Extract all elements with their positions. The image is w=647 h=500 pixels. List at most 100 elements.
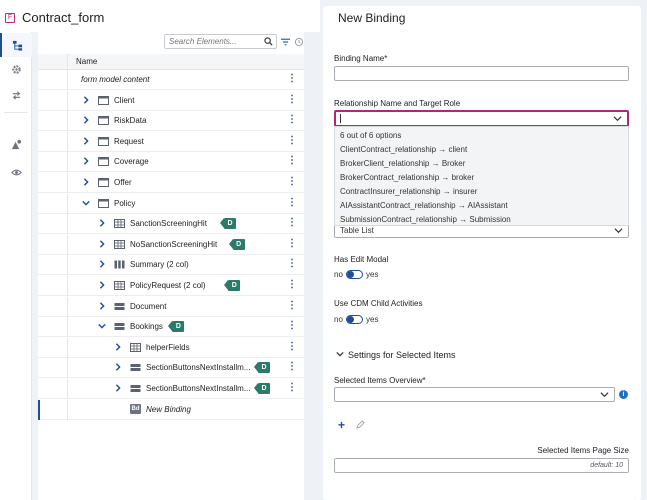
hierarchy-icon[interactable] xyxy=(0,33,32,57)
tree-row-label: RiskData xyxy=(114,116,147,126)
tree-row[interactable]: RiskData ⋮ xyxy=(38,111,304,132)
name-column-label: Name xyxy=(76,57,98,66)
chevron-right-icon[interactable] xyxy=(114,363,122,372)
chevron-right-icon[interactable] xyxy=(82,95,90,104)
tree-row[interactable]: Bookings D ⋮ xyxy=(38,317,304,338)
chevron-down-icon[interactable] xyxy=(98,322,106,330)
more-options-icon[interactable]: ⋮ xyxy=(287,383,297,393)
shapes-icon[interactable] xyxy=(0,132,32,156)
tree-row-label: Summary (2 col) xyxy=(130,260,189,270)
dropdown-option[interactable]: AIAssistantContract_relationship → AIAss… xyxy=(340,201,508,210)
more-options-icon[interactable]: ⋮ xyxy=(287,74,297,84)
more-options-icon[interactable]: ⋮ xyxy=(287,362,297,372)
more-options-icon[interactable]: ⋮ xyxy=(287,300,297,311)
more-options-icon[interactable]: ⋮ xyxy=(287,259,297,269)
text-cursor xyxy=(340,114,341,123)
tree-row[interactable]: NoSanctionScreeningHit D ⋮ xyxy=(38,234,304,255)
relationship-select[interactable] xyxy=(334,110,629,127)
chevron-down-icon[interactable] xyxy=(600,390,609,401)
chevron-right-icon[interactable] xyxy=(98,301,106,310)
chevron-right-icon[interactable] xyxy=(114,384,122,392)
tree-row[interactable]: SanctionScreeningHit D ⋮ xyxy=(38,214,304,235)
tree-row-label: SanctionScreeningHit xyxy=(130,219,207,229)
chevron-down-icon[interactable] xyxy=(336,350,344,360)
history-icon[interactable] xyxy=(294,37,304,49)
tree-row[interactable]: Policy ⋮ xyxy=(38,193,304,214)
info-icon[interactable]: i xyxy=(619,390,628,399)
binding-name-field[interactable] xyxy=(334,66,629,81)
page-size-placeholder: default: 10 xyxy=(590,462,623,469)
tree-row[interactable]: SectionButtonsNextInstallm... D ⋮ xyxy=(38,358,304,379)
form-icon xyxy=(98,116,109,126)
chevron-right-icon[interactable] xyxy=(98,281,106,289)
chevron-down-icon[interactable] xyxy=(82,199,90,207)
chevron-right-icon[interactable] xyxy=(82,178,90,186)
page-size-field[interactable]: default: 10 xyxy=(334,458,629,473)
form-icon xyxy=(98,95,109,105)
more-options-icon[interactable]: ⋮ xyxy=(287,238,297,249)
tree-row[interactable]: Client ⋮ xyxy=(38,90,304,111)
dropdown-option[interactable]: SubmissionContract_relationship → Submis… xyxy=(340,215,511,224)
tree-row[interactable]: Coverage ⋮ xyxy=(38,152,304,173)
row-gutter xyxy=(38,173,68,193)
dropdown-option[interactable]: BrokerContract_relationship → broker xyxy=(340,173,474,182)
chevron-right-icon[interactable] xyxy=(98,219,106,227)
search-box[interactable] xyxy=(164,34,277,49)
toggle-switch[interactable] xyxy=(346,270,363,279)
toggle-knob xyxy=(347,316,354,323)
tree-row[interactable]: form model content ⋮ xyxy=(38,70,304,90)
row-gutter xyxy=(38,337,68,358)
add-icon[interactable]: + xyxy=(338,418,345,432)
chevron-down-icon[interactable] xyxy=(614,226,623,237)
overview-label: Selected Items Overview* xyxy=(334,376,426,385)
more-options-icon[interactable]: ⋮ xyxy=(287,218,297,228)
toggle-switch[interactable] xyxy=(346,315,363,324)
data-badge: D xyxy=(254,362,270,374)
tree-row[interactable]: PolicyRequest (2 col) D ⋮ xyxy=(38,276,304,296)
tree-row-label: Bookings xyxy=(130,322,163,332)
more-options-icon[interactable]: ⋮ xyxy=(287,115,297,125)
gear-icon[interactable] xyxy=(0,57,32,81)
tree-row-selected[interactable]: Bd New Binding xyxy=(38,399,304,420)
relationship-label: Relationship Name and Target Role xyxy=(334,99,461,108)
overview-select[interactable] xyxy=(334,387,615,402)
chevron-right-icon[interactable] xyxy=(82,116,90,124)
tree-row[interactable]: helperFields ⋮ xyxy=(38,337,304,358)
more-options-icon[interactable]: ⋮ xyxy=(287,94,297,105)
chevron-right-icon[interactable] xyxy=(82,157,90,166)
sidebar-divider xyxy=(4,112,28,113)
chevron-right-icon[interactable] xyxy=(98,240,106,248)
tree-row[interactable]: SectionButtonsNextInstallm... D ⋮ xyxy=(38,379,304,399)
tree-row[interactable]: Request ⋮ xyxy=(38,131,304,152)
more-options-icon[interactable]: ⋮ xyxy=(287,156,297,166)
pencil-icon[interactable] xyxy=(356,420,365,431)
dropdown-option[interactable]: ContractInsurer_relationship → insurer xyxy=(340,187,477,196)
more-options-icon[interactable]: ⋮ xyxy=(287,280,297,290)
tree-row[interactable]: Offer ⋮ xyxy=(38,173,304,193)
options-count: 6 out of 6 options xyxy=(340,131,402,140)
more-options-icon[interactable]: ⋮ xyxy=(287,341,297,352)
column-gutter xyxy=(38,54,68,70)
page-size-label: Selected Items Page Size xyxy=(537,446,629,455)
search-input[interactable] xyxy=(169,37,259,46)
tree-row[interactable]: Summary (2 col) ⋮ xyxy=(38,255,304,276)
dropdown-option[interactable]: ClientContract_relationship → client xyxy=(340,145,467,154)
more-options-icon[interactable]: ⋮ xyxy=(287,135,297,146)
data-badge: D xyxy=(220,218,236,230)
filter-icon[interactable] xyxy=(281,38,290,48)
more-options-icon[interactable]: ⋮ xyxy=(287,321,297,331)
form-type-icon: F xyxy=(5,13,15,23)
more-options-icon[interactable]: ⋮ xyxy=(287,197,297,208)
search-icon[interactable] xyxy=(264,37,273,48)
tree-row-label: helperFields xyxy=(146,342,190,352)
table-type-value: Table List xyxy=(340,226,374,235)
tree-row[interactable]: Document ⋮ xyxy=(38,296,304,317)
dropdown-option[interactable]: BrokerClient_relationship → Broker xyxy=(340,159,465,168)
chevron-right-icon[interactable] xyxy=(82,137,90,145)
chevron-down-icon[interactable] xyxy=(613,114,622,125)
chevron-right-icon[interactable] xyxy=(98,260,106,269)
arrows-icon[interactable] xyxy=(0,83,32,107)
more-options-icon[interactable]: ⋮ xyxy=(287,177,297,187)
eye-icon[interactable] xyxy=(0,160,32,184)
chevron-right-icon[interactable] xyxy=(114,343,122,351)
